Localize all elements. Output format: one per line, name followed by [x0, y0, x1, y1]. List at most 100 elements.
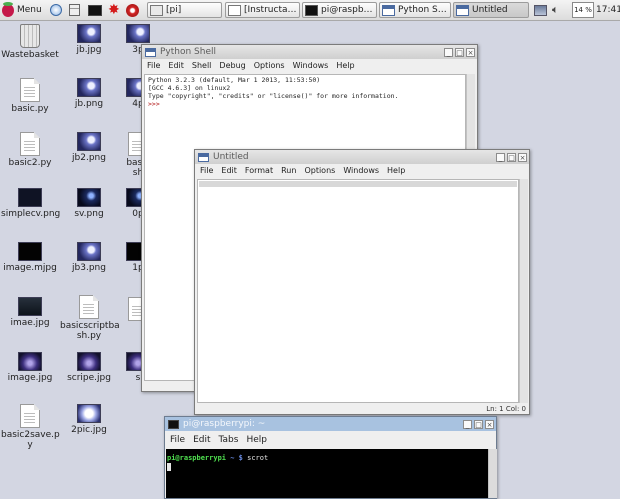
terminal-launcher-icon[interactable] [88, 2, 104, 18]
terminal-cursor [167, 463, 171, 471]
image-file-icon [77, 242, 101, 261]
trash-icon [20, 24, 40, 48]
file-manager-launcher-icon[interactable] [69, 2, 83, 18]
menu-help[interactable]: Help [246, 435, 267, 445]
maximize-icon[interactable]: □ [507, 152, 516, 162]
terminal-icon [305, 4, 318, 16]
close-icon[interactable]: × [518, 152, 527, 162]
python-shell-titlebar[interactable]: Python Shell _ □ × [142, 45, 477, 59]
browser-launcher-icon[interactable] [50, 2, 64, 18]
desktop-icon-jb-png[interactable]: jb.png [60, 78, 118, 109]
terminal-menubar: File Edit Tabs Help [165, 431, 496, 448]
menu-windows[interactable]: Windows [343, 166, 379, 175]
terminal-titlebar[interactable]: pi@raspberrypi: ~ _ □ × [165, 417, 496, 431]
desktop-icon-jb-jpg[interactable]: jb.jpg [60, 24, 118, 55]
desktop-icon-wastebasket[interactable]: Wastebasket [1, 24, 59, 60]
cursor-position-status: Ln: 1 Col: 0 [486, 405, 526, 413]
terminal-icon [168, 419, 179, 429]
desktop-icon-image-mjpg[interactable]: image.mjpg [1, 242, 59, 273]
menu-help[interactable]: Help [336, 61, 354, 70]
maximize-icon[interactable]: □ [455, 47, 464, 57]
network-icon[interactable] [534, 2, 549, 18]
menu-help[interactable]: Help [387, 166, 405, 175]
current-line-highlight [199, 181, 517, 187]
volume-icon[interactable]: 🔈︎ [552, 2, 567, 18]
untitled-editor-window[interactable]: Untitled _ □ × File Edit Format Run Opti… [194, 149, 530, 415]
desktop-icon-basic2save-py[interactable]: basic2save.p y [1, 404, 60, 450]
menu-debug[interactable]: Debug [219, 61, 245, 70]
menu-button[interactable]: Menu [2, 1, 46, 18]
python-window-icon [382, 4, 395, 16]
desktop-icon-basicscriptbash-py[interactable]: basicscriptba sh.py [60, 295, 120, 341]
desktop-icon-basic-py[interactable]: basic.py [1, 78, 59, 114]
terminal-window[interactable]: pi@raspberrypi: ~ _ □ × File Edit Tabs H… [164, 416, 497, 499]
desktop-icon-2pic-jpg[interactable]: 2pic.jpg [60, 404, 118, 435]
desktop-icon-imae-jpg[interactable]: imae.jpg [1, 297, 59, 328]
menu-edit[interactable]: Edit [221, 166, 237, 175]
image-file-icon [18, 242, 42, 261]
mathematica-launcher-icon[interactable]: ✸ [108, 2, 122, 18]
desktop-icon-basic2-py[interactable]: basic2.py [1, 132, 59, 168]
terminal-vertical-scrollbar[interactable] [488, 449, 497, 498]
clock: 17:41 [596, 5, 620, 15]
menu-shell[interactable]: Shell [192, 61, 212, 70]
raspberry-icon [2, 1, 14, 17]
close-icon[interactable]: × [466, 47, 475, 57]
image-file-icon [77, 188, 101, 207]
minimize-icon[interactable]: _ [463, 419, 472, 429]
image-file-icon [18, 352, 42, 371]
untitled-titlebar[interactable]: Untitled _ □ × [195, 150, 529, 164]
image-file-icon [77, 352, 101, 371]
menu-tabs[interactable]: Tabs [219, 435, 239, 445]
image-file-icon [18, 188, 42, 207]
menu-format[interactable]: Format [245, 166, 273, 175]
terminal-output[interactable]: pi@raspberrypi ~ $ scrot [166, 449, 488, 498]
menu-file[interactable]: File [170, 435, 185, 445]
close-icon[interactable]: × [485, 419, 494, 429]
menu-edit[interactable]: Edit [168, 61, 184, 70]
menu-file[interactable]: File [200, 166, 213, 175]
image-file-icon [77, 404, 101, 423]
browser-icon [228, 4, 241, 16]
desktop-icon-jb3-png[interactable]: jb3.png [60, 242, 118, 273]
menu-label: Menu [17, 5, 42, 15]
text-file-icon [79, 295, 99, 319]
desktop-icon-simplecv-png[interactable]: simplecv.png [1, 188, 60, 219]
menu-run[interactable]: Run [281, 166, 296, 175]
python-shell-menubar: File Edit Shell Debug Options Windows He… [142, 59, 477, 72]
image-file-icon [18, 297, 42, 316]
image-file-icon [77, 24, 101, 43]
python-window-icon [456, 4, 469, 16]
text-file-icon [20, 404, 40, 428]
untitled-text-area[interactable] [197, 179, 519, 403]
image-file-icon [77, 132, 101, 151]
minimize-icon[interactable]: _ [444, 47, 453, 57]
desktop-icon-image-jpg[interactable]: image.jpg [1, 352, 59, 383]
desktop-icon-scripe-jpg[interactable]: scripe.jpg [60, 352, 118, 383]
text-file-icon [20, 78, 40, 102]
python-window-icon [145, 47, 156, 57]
maximize-icon[interactable]: □ [474, 419, 483, 429]
minimize-icon[interactable]: _ [496, 152, 505, 162]
menu-windows[interactable]: Windows [293, 61, 329, 70]
desktop-icon-sv-png[interactable]: sv.png [60, 188, 118, 219]
task-browser[interactable]: [Instructable E... [225, 2, 300, 18]
menu-file[interactable]: File [147, 61, 160, 70]
wolfram-launcher-icon[interactable] [126, 2, 142, 18]
task-terminal[interactable]: pi@raspberryp... [302, 2, 377, 18]
cpu-monitor: 14 % [572, 2, 594, 18]
image-file-icon [126, 24, 150, 43]
task-file-manager[interactable]: [pi] [147, 2, 222, 18]
menu-options[interactable]: Options [254, 61, 285, 70]
text-file-icon [20, 132, 40, 156]
desktop-icon-jb2-png[interactable]: jb2.png [60, 132, 118, 163]
untitled-vertical-scrollbar[interactable] [519, 179, 528, 403]
menu-edit[interactable]: Edit [193, 435, 210, 445]
task-python-shell[interactable]: Python Shell [379, 2, 451, 18]
task-untitled[interactable]: Untitled [453, 2, 529, 18]
untitled-menubar: File Edit Format Run Options Windows Hel… [195, 164, 529, 177]
taskbar: Menu ✸ [pi] [Instructable E... pi@raspbe… [0, 0, 620, 21]
menu-options[interactable]: Options [304, 166, 335, 175]
python-prompt: >>> [148, 100, 160, 108]
image-file-icon [77, 78, 101, 97]
